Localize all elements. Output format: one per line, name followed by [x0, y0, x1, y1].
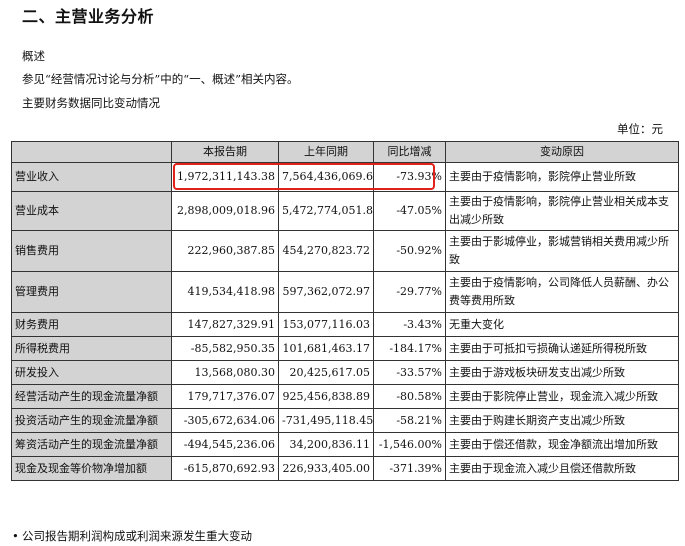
row-current: 222,960,387.85 [171, 230, 279, 272]
row-change: -58.21% [373, 408, 446, 433]
unit-label: 单位：元 [617, 122, 663, 136]
row-change: -1,546.00% [373, 432, 446, 457]
row-current: 179,717,376.07 [171, 384, 279, 409]
row-reason: 主要由于购建长期资产支出减少所致 [445, 408, 679, 433]
row-item: 投资活动产生的现金流量净额 [11, 408, 172, 433]
row-prior: 101,681,463.17 [278, 336, 374, 361]
header-item [11, 141, 172, 163]
overview-text: 参见“经营情况讨论与分析”中的“一、概述”相关内容。 [22, 72, 299, 86]
row-reason: 主要由于疫情影响，公司降低人员薪酬、办公费等费用所致 [445, 271, 679, 313]
row-item: 销售费用 [11, 230, 172, 272]
table-row: 研发投入 13,568,080.30 20,425,617.05 -33.57%… [11, 360, 679, 385]
row-prior: 153,077,116.03 [278, 312, 374, 337]
row-change: -47.05% [373, 191, 446, 231]
row-reason: 主要由于偿还借款，现金净额流出增加所致 [445, 432, 679, 457]
header-current-period: 本报告期 [171, 141, 279, 163]
table-row: 筹资活动产生的现金流量净额 -494,545,236.06 34,200,836… [11, 432, 679, 457]
footer-note: • 公司报告期利润构成或利润来源发生重大变动 [12, 528, 252, 544]
row-reason: 无重大变化 [445, 312, 679, 337]
row-current: -615,870,692.93 [171, 456, 279, 481]
financial-data-table: 本报告期 上年同期 同比增减 变动原因 营业收入 1,972,311,143.3… [11, 141, 679, 481]
row-item: 现金及现金等价物净增加额 [11, 456, 172, 481]
row-current: 419,534,418.98 [171, 271, 279, 313]
row-item: 研发投入 [11, 360, 172, 385]
row-prior: 925,456,838.89 [278, 384, 374, 409]
row-reason: 主要由于游戏板块研发支出减少所致 [445, 360, 679, 385]
bullet-icon: • [12, 529, 19, 543]
table-row: 销售费用 222,960,387.85 454,270,823.72 -50.9… [11, 230, 679, 272]
row-current: -85,582,950.35 [171, 336, 279, 361]
table-row: 管理费用 419,534,418.98 597,362,072.97 -29.7… [11, 271, 679, 313]
table-row: 经营活动产生的现金流量净额 179,717,376.07 925,456,838… [11, 384, 679, 409]
row-item: 营业收入 [11, 162, 172, 192]
table-row: 所得税费用 -85,582,950.35 101,681,463.17 -184… [11, 336, 679, 361]
row-current: -494,545,236.06 [171, 432, 279, 457]
table-header-row: 本报告期 上年同期 同比增减 变动原因 [11, 141, 679, 163]
row-item: 财务费用 [11, 312, 172, 337]
row-reason: 主要由于可抵扣亏损确认递延所得税所致 [445, 336, 679, 361]
row-change: -371.39% [373, 456, 446, 481]
row-current: 2,898,009,018.96 [171, 191, 279, 231]
row-change: -33.57% [373, 360, 446, 385]
row-item: 筹资活动产生的现金流量净额 [11, 432, 172, 457]
row-prior: 20,425,617.05 [278, 360, 374, 385]
header-reason: 变动原因 [445, 141, 679, 163]
row-change: -50.92% [373, 230, 446, 272]
row-reason: 主要由于疫情影响，影院停止营业所致 [445, 162, 679, 192]
row-reason: 主要由于疫情影响，影院停止营业相关成本支出减少所致 [445, 191, 679, 231]
table-row: 营业收入 1,972,311,143.38 7,564,436,069.66 -… [11, 162, 679, 192]
row-current: 1,972,311,143.38 [171, 162, 279, 192]
row-change: -29.77% [373, 271, 446, 313]
row-prior: 5,472,774,051.84 [278, 191, 374, 231]
row-current: 147,827,329.91 [171, 312, 279, 337]
row-current: 13,568,080.30 [171, 360, 279, 385]
row-item: 营业成本 [11, 191, 172, 231]
section-heading: 二、主营业务分析 [22, 7, 155, 26]
row-change: -3.43% [373, 312, 446, 337]
row-item: 所得税费用 [11, 336, 172, 361]
row-current: -305,672,634.06 [171, 408, 279, 433]
row-reason: 主要由于现金流入减少且偿还借款所致 [445, 456, 679, 481]
header-yoy-change: 同比增减 [373, 141, 446, 163]
table-row: 现金及现金等价物净增加额 -615,870,692.93 226,933,405… [11, 456, 679, 481]
row-item: 经营活动产生的现金流量净额 [11, 384, 172, 409]
table-row: 营业成本 2,898,009,018.96 5,472,774,051.84 -… [11, 191, 679, 231]
row-change: -184.17% [373, 336, 446, 361]
row-reason: 主要由于影院停止营业，现金流入减少所致 [445, 384, 679, 409]
row-item: 管理费用 [11, 271, 172, 313]
row-prior: -731,495,118.45 [278, 408, 374, 433]
header-prior-period: 上年同期 [278, 141, 374, 163]
row-prior: 34,200,836.11 [278, 432, 374, 457]
footer-text: 公司报告期利润构成或利润来源发生重大变动 [22, 529, 252, 543]
row-prior: 226,933,405.00 [278, 456, 374, 481]
row-prior: 597,362,072.97 [278, 271, 374, 313]
table-row: 投资活动产生的现金流量净额 -305,672,634.06 -731,495,1… [11, 408, 679, 433]
row-prior: 454,270,823.72 [278, 230, 374, 272]
row-prior: 7,564,436,069.66 [278, 162, 374, 192]
row-change: -80.58% [373, 384, 446, 409]
row-reason: 主要由于影城停业，影城营销相关费用减少所致 [445, 230, 679, 272]
overview-label: 概述 [22, 49, 45, 63]
row-change: -73.93% [373, 162, 446, 192]
table-row: 财务费用 147,827,329.91 153,077,116.03 -3.43… [11, 312, 679, 337]
table-title: 主要财务数据同比变动情况 [22, 96, 160, 110]
